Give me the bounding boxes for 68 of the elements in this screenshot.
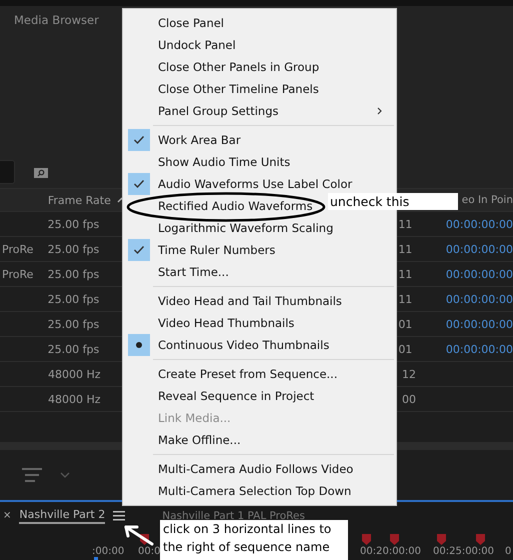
ruler-label: 00:25:00:00 xyxy=(433,546,494,557)
table-cell: 25.00 fps xyxy=(48,218,100,230)
table-cell: 00:00:00:00 xyxy=(446,242,513,256)
table-cell: 00:00:00:00 xyxy=(446,318,513,330)
sequence-name: Nashville Part 1 PAL ProRes xyxy=(162,510,305,522)
menu-item[interactable]: Multi-Camera Selection Top Down xyxy=(123,480,360,502)
menu-item[interactable]: Continuous Video Thumbnails xyxy=(123,334,338,356)
menu-item[interactable]: Show Audio Time Units xyxy=(123,151,298,173)
menu-item[interactable]: Close Other Timeline Panels xyxy=(123,78,327,100)
menu-item[interactable]: Create Preset from Sequence... xyxy=(123,363,346,385)
column-header[interactable]: Frame Rate xyxy=(48,194,111,206)
menu-item[interactable]: Work Area Bar xyxy=(123,129,249,151)
annotation-note: uncheck this xyxy=(328,193,458,210)
menu-item[interactable]: Video Head and Tail Thumbnails xyxy=(123,290,350,312)
column-header[interactable]: eo In Poin xyxy=(462,194,513,206)
table-cell: ProRe xyxy=(2,242,34,256)
menu-item[interactable]: Logarithmic Waveform Scaling xyxy=(123,217,342,239)
table-cell: 01 xyxy=(398,318,412,330)
table-cell: 48000 Hz xyxy=(48,392,101,406)
ruler-label: :00:00 xyxy=(92,546,124,557)
marker-icon[interactable] xyxy=(476,534,485,545)
table-cell: 00:00:00:00 xyxy=(446,268,513,280)
table-cell: 11 xyxy=(398,242,412,256)
table-cell: 25.00 fps xyxy=(48,342,100,356)
menu-item[interactable]: Panel Group Settings xyxy=(123,100,396,122)
annotation-note: click on 3 horizontal lines to the right of sequence name xyxy=(160,520,348,560)
menu-item[interactable]: Audio Waveforms Use Label Color xyxy=(123,173,360,195)
menu-item[interactable]: Time Ruler Numbers xyxy=(123,239,284,261)
menu-item[interactable]: Make Offline... xyxy=(123,429,249,451)
chevron-icon[interactable] xyxy=(60,472,70,478)
marker-icon[interactable] xyxy=(390,534,399,545)
ruler-label: 0 xyxy=(505,546,512,557)
ruler-label: 00:0 xyxy=(138,546,160,557)
table-cell: 11 xyxy=(398,292,412,306)
close-tab-button[interactable]: × xyxy=(3,510,12,521)
menu-item[interactable]: Undock Panel xyxy=(123,34,244,56)
table-cell: 25.00 fps xyxy=(48,242,100,256)
table-cell: 00:00:00:00 xyxy=(446,218,513,230)
table-cell: 12 xyxy=(402,368,416,380)
table-cell: 11 xyxy=(398,268,412,280)
arrow-annotation xyxy=(122,524,154,546)
menu-item[interactable]: Rectified Audio Waveforms xyxy=(123,195,321,217)
table-cell: 00:00:00:00 xyxy=(446,342,513,356)
menu-item[interactable]: Close Panel xyxy=(123,12,232,34)
menu-icon[interactable] xyxy=(113,510,126,521)
search-icon[interactable] xyxy=(34,166,48,178)
marker-icon[interactable] xyxy=(140,534,149,545)
table-cell: 00:00:00:00 xyxy=(446,292,513,306)
menu-item[interactable]: Multi-Camera Audio Follows Video xyxy=(123,458,362,480)
marker-icon[interactable] xyxy=(437,534,446,545)
menu-item[interactable]: Reveal Sequence in Project xyxy=(123,385,322,407)
list-icon[interactable] xyxy=(22,467,42,483)
menu-item[interactable]: Video Head Thumbnails xyxy=(123,312,302,334)
marker-icon[interactable] xyxy=(362,534,371,545)
sequence-tab[interactable]: Nashville Part 2 xyxy=(19,508,106,524)
table-cell: 25.00 fps xyxy=(48,268,100,280)
table-cell: 01 xyxy=(398,342,412,356)
ruler-label: 00:20:00:00 xyxy=(360,546,422,557)
table-cell: 11 xyxy=(398,218,412,230)
panel-title[interactable]: Media Browser xyxy=(14,13,99,27)
table-cell: ProRe xyxy=(2,268,34,280)
table-cell: 48000 Hz xyxy=(48,368,101,380)
table-cell: 25.00 fps xyxy=(48,292,100,306)
menu-item[interactable]: Close Other Panels in Group xyxy=(123,56,328,78)
search-field[interactable] xyxy=(0,160,15,184)
menu-item[interactable]: Start Time... xyxy=(123,261,237,283)
table-cell: 00 xyxy=(402,392,416,406)
table-cell: 25.00 fps xyxy=(48,318,100,330)
